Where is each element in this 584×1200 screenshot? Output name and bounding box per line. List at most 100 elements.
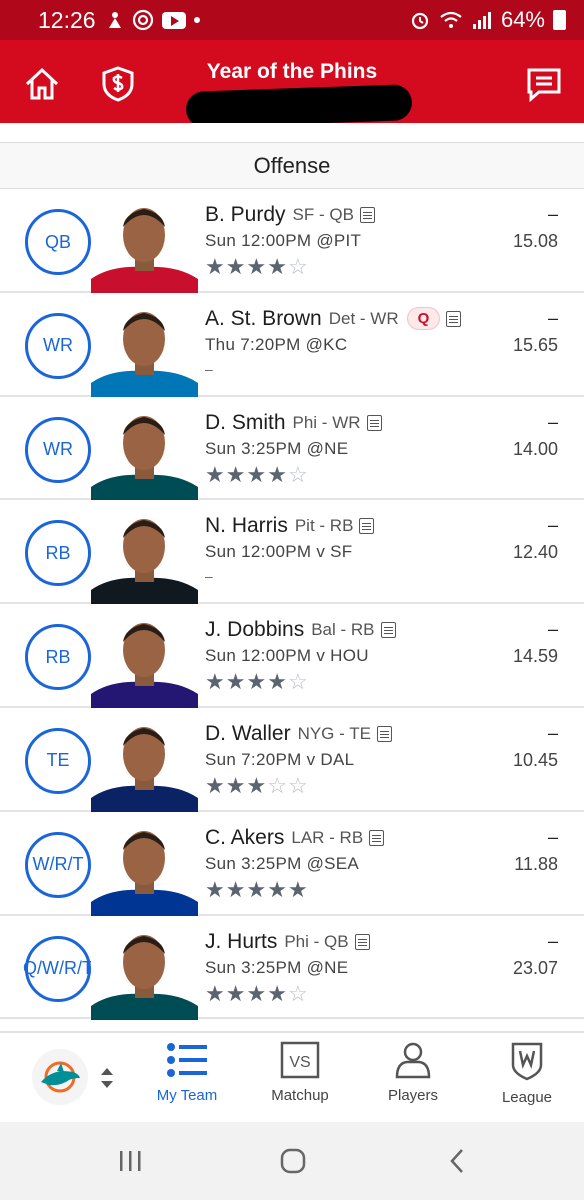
player-name[interactable]: J. Hurts <box>205 930 277 954</box>
player-name-line: D. Waller NYG - TE <box>205 722 505 746</box>
roster-row[interactable]: WR A. St. Brown Det - WR Q Thu 7:20PM @KC – – 1… <box>0 292 584 397</box>
roster-row[interactable]: RB N. Harris Pit - RB Sun 12:00PM v SF – – 12.… <box>0 500 584 605</box>
player-rating: ★★★☆☆ <box>205 772 505 798</box>
player-note-icon[interactable] <box>380 622 396 639</box>
player-note-icon[interactable] <box>359 518 375 535</box>
projected-points: 10.45 <box>512 749 558 770</box>
system-nav-bar <box>0 1122 584 1200</box>
actual-points: – <box>547 307 558 328</box>
player-photo[interactable] <box>91 717 198 812</box>
star-empty: ☆ <box>287 254 309 279</box>
actual-points: – <box>547 515 558 536</box>
position-button[interactable]: RB <box>25 624 91 691</box>
player-note-icon[interactable] <box>354 933 370 950</box>
nav-league[interactable]: League <box>472 1041 582 1106</box>
player-note-icon[interactable] <box>376 725 392 742</box>
player-info: A. St. Brown Det - WR Q Thu 7:20PM @KC – <box>205 307 505 377</box>
nav-my-team[interactable]: My Team <box>132 1041 242 1104</box>
position-button[interactable]: QB <box>25 209 91 275</box>
player-name[interactable]: D. Smith <box>205 411 286 435</box>
player-note-icon[interactable] <box>446 310 462 327</box>
player-photo[interactable] <box>91 821 198 916</box>
roster-row[interactable]: TE D. Waller NYG - TE Sun 7:20PM v DAL ★★★☆☆… <box>0 707 584 812</box>
nav-players[interactable]: Players <box>358 1041 468 1104</box>
star-filled: ★ <box>246 669 268 695</box>
player-rating: ★★★★☆ <box>205 255 505 279</box>
player-info: B. Purdy SF - QB Sun 12:00PM @PIT ★★★★☆ <box>205 203 505 279</box>
player-headshot-icon <box>91 199 198 293</box>
star-filled: ★ <box>267 876 288 902</box>
nav-matchup[interactable]: VS Matchup <box>245 1041 355 1104</box>
player-photo[interactable] <box>91 925 198 1020</box>
player-rating: ★★★★☆ <box>205 461 505 487</box>
player-note-icon[interactable] <box>369 829 385 846</box>
position-button[interactable]: WR <box>25 416 91 483</box>
game-info: Sun 3:25PM @SEA <box>205 853 360 873</box>
player-name-line: J. Dobbins Bal - RB <box>205 618 505 642</box>
position-button[interactable]: TE <box>25 727 91 794</box>
app-bar: Year of the Phins <box>0 40 584 128</box>
star-empty: ☆ <box>267 772 288 798</box>
actual-points: – <box>547 411 558 432</box>
position-button[interactable]: Q/W/R/T <box>23 935 93 1002</box>
actual-points: – <box>547 930 558 951</box>
at-icon <box>132 9 153 31</box>
status-right: 64% <box>409 7 566 33</box>
star-filled: ★ <box>267 254 288 279</box>
roster-row[interactable]: WR D. Smith Phi - WR Sun 3:25PM @NE ★★★★☆ –14… <box>0 396 584 501</box>
system-home-button[interactable] <box>278 1146 308 1176</box>
star-empty: ☆ <box>287 461 309 487</box>
player-name-line: D. Smith Phi - WR <box>205 411 505 435</box>
roster-row[interactable]: RB J. Dobbins Bal - RB Sun 12:00PM v HOU ★★★… <box>0 604 584 709</box>
team-switcher[interactable] <box>32 1049 88 1105</box>
position-button[interactable]: RB <box>25 520 91 587</box>
chat-button[interactable] <box>524 64 564 104</box>
roster-row[interactable]: QB B. Purdy SF - QB Sun 12:00PM @PIT ★★★★☆ –1… <box>0 189 584 293</box>
player-name[interactable]: N. Harris <box>205 514 288 538</box>
player-photo[interactable] <box>91 302 198 397</box>
player-photo[interactable] <box>91 406 198 501</box>
home-circle-icon <box>280 1148 306 1174</box>
player-name[interactable]: J. Dobbins <box>205 618 304 642</box>
star-filled: ★ <box>246 772 268 798</box>
player-rating-empty: – <box>205 360 213 377</box>
player-name[interactable]: C. Akers <box>205 826 284 850</box>
roster-row[interactable]: W/R/T C. Akers LAR - RB Sun 3:25PM @SEA ★★★★… <box>0 811 584 916</box>
star-empty: ☆ <box>287 772 309 798</box>
star-filled: ★ <box>246 254 268 279</box>
star-empty: ☆ <box>287 980 309 1006</box>
actual-points: – <box>547 722 558 743</box>
player-note-icon[interactable] <box>359 207 375 223</box>
star-filled: ★ <box>225 772 247 798</box>
star-filled: ★ <box>205 461 226 487</box>
player-photo[interactable] <box>91 614 198 709</box>
player-headshot-icon <box>91 717 198 812</box>
player-photo[interactable] <box>91 510 198 605</box>
player-name-line: B. Purdy SF - QB <box>205 203 505 227</box>
player-name[interactable]: B. Purdy <box>205 203 286 227</box>
star-filled: ★ <box>287 876 309 902</box>
svg-text:VS: VS <box>289 1054 310 1071</box>
game-info: Thu 7:20PM @KC <box>205 334 348 354</box>
alarm-icon <box>411 12 429 30</box>
roster-row[interactable]: Q/W/R/T J. Hurts Phi - QB Sun 3:25PM @NE ★★★… <box>0 915 584 1020</box>
nav-matchup-label: Matchup <box>271 1087 329 1104</box>
back-button[interactable] <box>442 1146 472 1176</box>
player-info: D. Waller NYG - TE Sun 7:20PM v DAL ★★★☆☆ <box>205 722 505 798</box>
dolphin-logo-icon <box>41 1061 80 1093</box>
questionable-badge: Q <box>406 307 441 331</box>
game-info: Sun 7:20PM v DAL <box>205 749 355 769</box>
player-headshot-icon <box>91 925 198 1020</box>
position-button[interactable]: W/R/T <box>25 831 91 898</box>
player-photo[interactable] <box>91 199 198 293</box>
recent-apps-button[interactable] <box>115 1146 145 1176</box>
projected-points: 11.88 <box>514 853 558 874</box>
star-filled: ★ <box>225 876 247 902</box>
points-col: – 15.08 <box>513 203 558 252</box>
player-name[interactable]: D. Waller <box>205 722 291 746</box>
player-name[interactable]: A. St. Brown <box>205 307 322 331</box>
game-info: Sun 12:00PM v HOU <box>205 646 369 666</box>
position-button[interactable]: WR <box>25 312 91 379</box>
sort-arrows-icon[interactable] <box>99 1065 115 1091</box>
player-note-icon[interactable] <box>366 414 382 431</box>
